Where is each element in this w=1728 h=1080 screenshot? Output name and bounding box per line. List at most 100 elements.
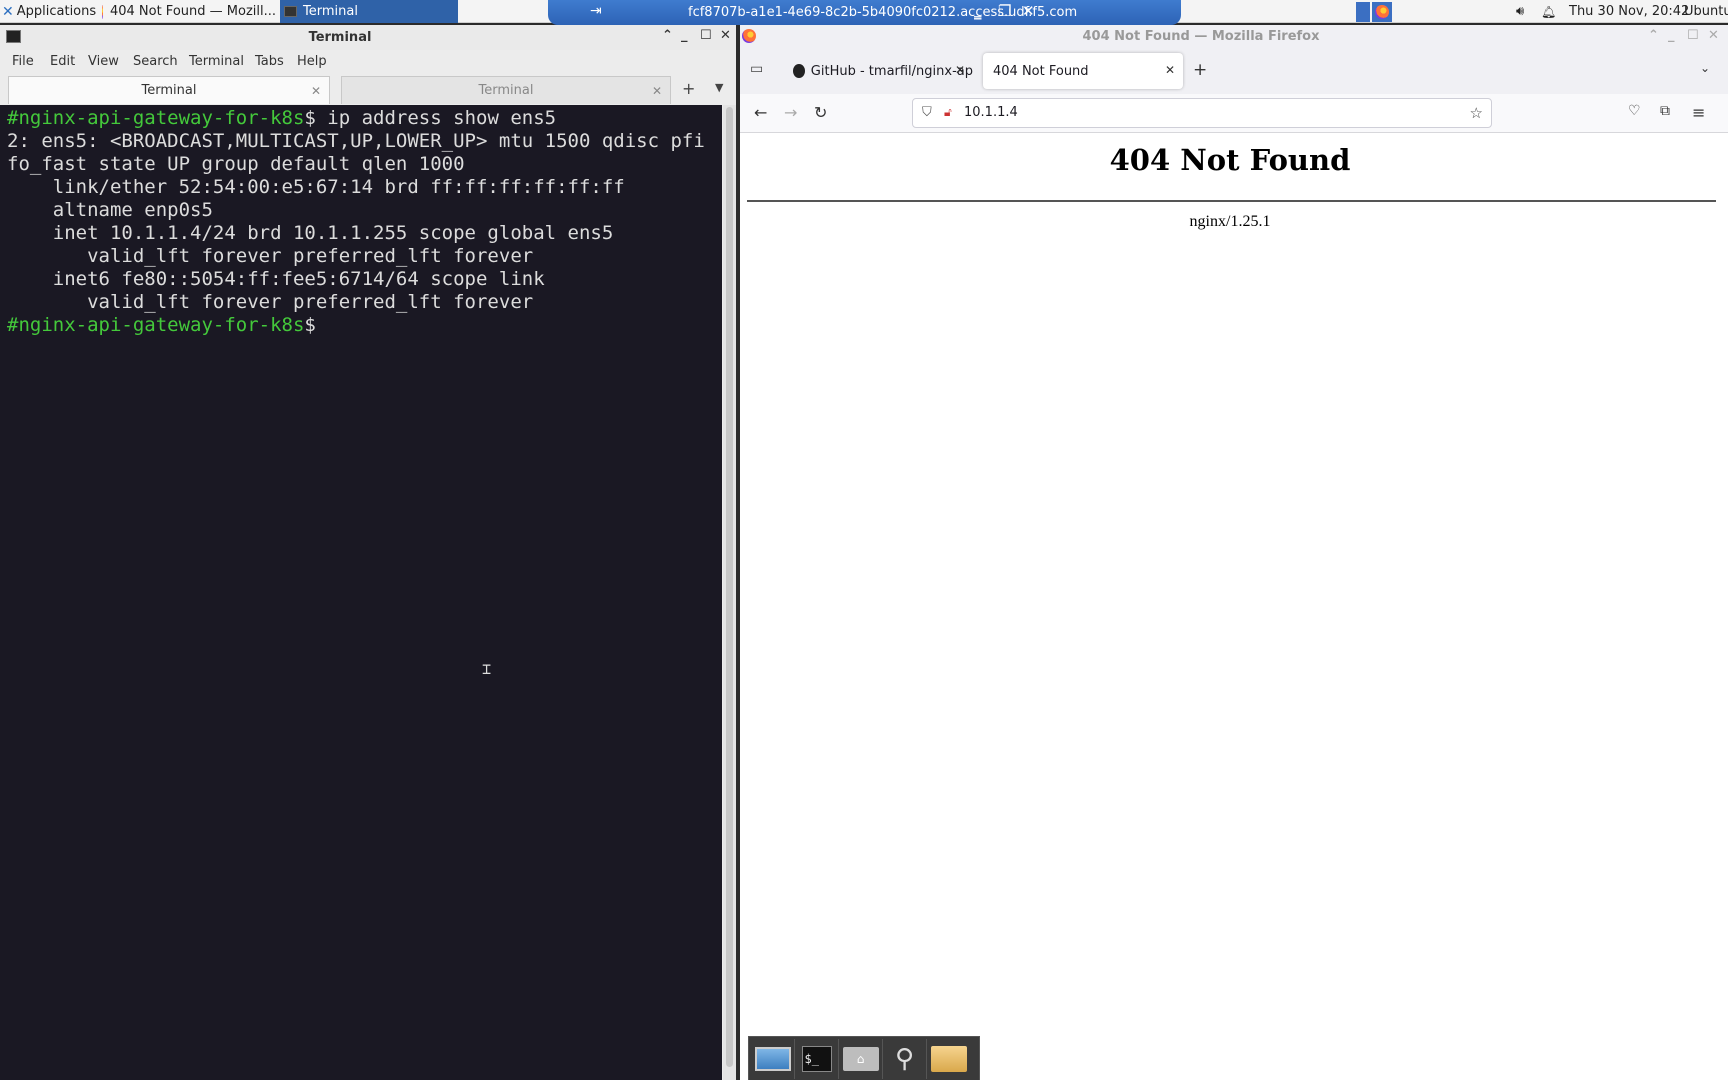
minimize-icon[interactable]: _ bbox=[1668, 28, 1675, 43]
terminal-line: link/ether 52:54:00:e5:67:14 brd ff:ff:f… bbox=[7, 176, 625, 198]
dock-home[interactable]: ⌂ bbox=[839, 1038, 883, 1079]
menu-view[interactable]: View bbox=[88, 54, 119, 69]
terminal-scrollbar[interactable] bbox=[723, 105, 736, 1080]
maximize-icon[interactable]: ☐ bbox=[1687, 28, 1699, 43]
firefox-titlebar[interactable]: 404 Not Found — Mozilla Firefox ⌃ _ ☐ ✕ bbox=[740, 25, 1728, 49]
dock-folder[interactable] bbox=[927, 1039, 971, 1079]
github-icon bbox=[793, 64, 805, 78]
firefox-window-title: 404 Not Found — Mozilla Firefox bbox=[1082, 29, 1320, 44]
firefox-window: 404 Not Found — Mozilla Firefox ⌃ _ ☐ ✕ … bbox=[740, 25, 1728, 1080]
dock-search[interactable]: ⚲ bbox=[883, 1038, 927, 1079]
terminal-window: Terminal ⌃ _ ☐ ✕ File Edit View Search T… bbox=[0, 25, 736, 1080]
list-all-tabs-icon[interactable]: ⌄ bbox=[1700, 61, 1710, 75]
terminal-icon: $_ bbox=[801, 1045, 832, 1072]
extensions-icon[interactable]: ⧉ bbox=[1660, 103, 1670, 119]
menu-search[interactable]: Search bbox=[133, 54, 178, 69]
terminal-line: valid_lft forever preferred_lft forever bbox=[7, 291, 534, 313]
top-panel: ✕ Applications 404 Not Found — Mozill...… bbox=[0, 0, 1728, 25]
terminal-output[interactable]: #nginx-api-gateway-for-k8s$ ip address s… bbox=[0, 105, 722, 1080]
applications-label: Applications bbox=[16, 4, 97, 19]
remote-session-bar: ⇥ fcf8707b-a1e1-4e69-8c2b-5b4090fc0212.a… bbox=[548, 0, 1181, 25]
dock: $_ ⌂ ⚲ bbox=[748, 1036, 980, 1080]
terminal-tab-1[interactable]: Terminal ✕ bbox=[8, 76, 330, 104]
firefox-icon bbox=[102, 4, 103, 19]
terminal-line: 2: ens5: <BROADCAST,MULTICAST,UP,LOWER_U… bbox=[7, 130, 705, 152]
close-icon[interactable]: ✕ bbox=[1708, 28, 1719, 43]
shade-icon[interactable]: ⌃ bbox=[1648, 28, 1659, 43]
terminal-tab-1-label: Terminal bbox=[141, 83, 197, 98]
tab-dropdown-icon[interactable]: ▼ bbox=[715, 81, 723, 94]
workspace-2[interactable] bbox=[1372, 2, 1392, 22]
page-title: 404 Not Found bbox=[1109, 143, 1351, 177]
minimize-icon[interactable]: _ bbox=[681, 28, 688, 43]
url-bar[interactable]: ⛉ 🔓︎ 10.1.1.4 ☆ bbox=[912, 98, 1492, 128]
pocket-icon[interactable]: ♡ bbox=[1628, 103, 1641, 119]
dock-terminal[interactable]: $_ bbox=[795, 1038, 839, 1079]
menu-terminal[interactable]: Terminal bbox=[189, 54, 244, 69]
divider bbox=[747, 200, 1716, 202]
terminal-line: altname enp0s5 bbox=[7, 199, 213, 221]
terminal-line: inet 10.1.1.4/24 brd 10.1.1.255 scope gl… bbox=[7, 222, 614, 244]
text-cursor-icon: ⌶ bbox=[482, 660, 492, 678]
menu-icon[interactable]: ≡ bbox=[1692, 103, 1705, 122]
terminal-window-title: Terminal bbox=[308, 30, 372, 45]
firefox-view-icon[interactable]: ▭ bbox=[750, 61, 763, 77]
prompt: #nginx-api-gateway-for-k8s bbox=[7, 314, 305, 336]
terminal-titlebar[interactable]: Terminal ⌃ _ ☐ ✕ bbox=[0, 25, 736, 50]
close-tab-icon[interactable]: ✕ bbox=[1165, 63, 1175, 77]
taskbar-terminal[interactable]: Terminal bbox=[280, 0, 458, 23]
remote-minimize-icon[interactable]: ‗ bbox=[974, 2, 982, 20]
menu-help[interactable]: Help bbox=[297, 54, 327, 69]
shield-icon[interactable]: ⛉ bbox=[922, 105, 932, 120]
reload-icon[interactable]: ↻ bbox=[814, 103, 827, 122]
pin-icon[interactable]: ⇥ bbox=[590, 3, 602, 19]
applications-menu[interactable]: ✕ Applications bbox=[2, 0, 96, 23]
server-signature: nginx/1.25.1 bbox=[1189, 213, 1271, 230]
url-text[interactable]: 10.1.1.4 bbox=[964, 105, 1018, 120]
new-tab-icon[interactable]: + bbox=[682, 79, 695, 98]
close-tab-icon[interactable]: ✕ bbox=[652, 77, 662, 105]
volume-icon[interactable]: 🔊︎ bbox=[1516, 0, 1524, 23]
taskbar-firefox[interactable]: 404 Not Found — Mozill... bbox=[100, 0, 276, 23]
terminal-line: valid_lft forever preferred_lft forever bbox=[7, 245, 534, 267]
terminal-line: inet6 fe80::5054:ff:fee5:6714/64 scope l… bbox=[7, 268, 545, 290]
menu-tabs[interactable]: Tabs bbox=[255, 54, 284, 69]
workspace-1[interactable] bbox=[1356, 2, 1370, 22]
shade-icon[interactable]: ⌃ bbox=[662, 28, 673, 43]
scrollbar-thumb[interactable] bbox=[726, 107, 733, 1067]
terminal-tab-2-label: Terminal bbox=[478, 83, 534, 98]
new-tab-icon[interactable]: + bbox=[1193, 60, 1207, 80]
prompt: #nginx-api-gateway-for-k8s bbox=[7, 107, 305, 129]
notification-bell-icon[interactable]: 🔔︎ bbox=[1541, 0, 1556, 23]
line-text: $ bbox=[304, 314, 316, 336]
maximize-icon[interactable]: ☐ bbox=[700, 28, 712, 43]
insecure-lock-icon[interactable]: 🔓︎ bbox=[944, 105, 952, 120]
remote-restore-icon[interactable]: ❐ bbox=[998, 2, 1011, 20]
browser-tab-github[interactable]: GitHub - tmarfil/nginx-ap ✕ bbox=[783, 53, 973, 89]
terminal-tab-2[interactable]: Terminal ✕ bbox=[341, 76, 671, 104]
terminal-line: fo_fast state UP group default qlen 1000 bbox=[7, 153, 465, 175]
remote-close-icon[interactable]: ✕ bbox=[1022, 2, 1035, 20]
clock[interactable]: Thu 30 Nov, 20:42 bbox=[1569, 0, 1689, 23]
menu-file[interactable]: File bbox=[12, 54, 34, 69]
back-icon[interactable]: ← bbox=[754, 103, 767, 122]
dock-desktop[interactable] bbox=[751, 1038, 795, 1079]
home-folder-icon: ⌂ bbox=[842, 1046, 879, 1071]
bookmark-star-icon[interactable]: ☆ bbox=[1470, 104, 1483, 122]
browser-tab-label: 404 Not Found bbox=[993, 63, 1089, 79]
folder-icon bbox=[931, 1045, 967, 1072]
terminal-line: #nginx-api-gateway-for-k8s$ bbox=[7, 314, 316, 337]
browser-tab-label: GitHub - tmarfil/nginx-ap bbox=[810, 63, 973, 79]
close-tab-icon[interactable]: ✕ bbox=[955, 63, 965, 77]
terminal-line: #nginx-api-gateway-for-k8s$ ip address s… bbox=[7, 107, 556, 130]
taskbar-firefox-label: 404 Not Found — Mozill... bbox=[109, 4, 276, 19]
menu-edit[interactable]: Edit bbox=[50, 54, 75, 69]
browser-tab-404[interactable]: 404 Not Found ✕ bbox=[983, 53, 1183, 89]
line-text: $ ip address show ens5 bbox=[304, 107, 557, 129]
close-icon[interactable]: ✕ bbox=[720, 28, 731, 43]
user-menu[interactable]: Ubuntu bbox=[1684, 0, 1728, 23]
search-icon: ⚲ bbox=[894, 1043, 915, 1074]
forward-icon[interactable]: → bbox=[784, 103, 797, 122]
taskbar-terminal-label: Terminal bbox=[303, 4, 358, 19]
close-tab-icon[interactable]: ✕ bbox=[311, 77, 321, 105]
